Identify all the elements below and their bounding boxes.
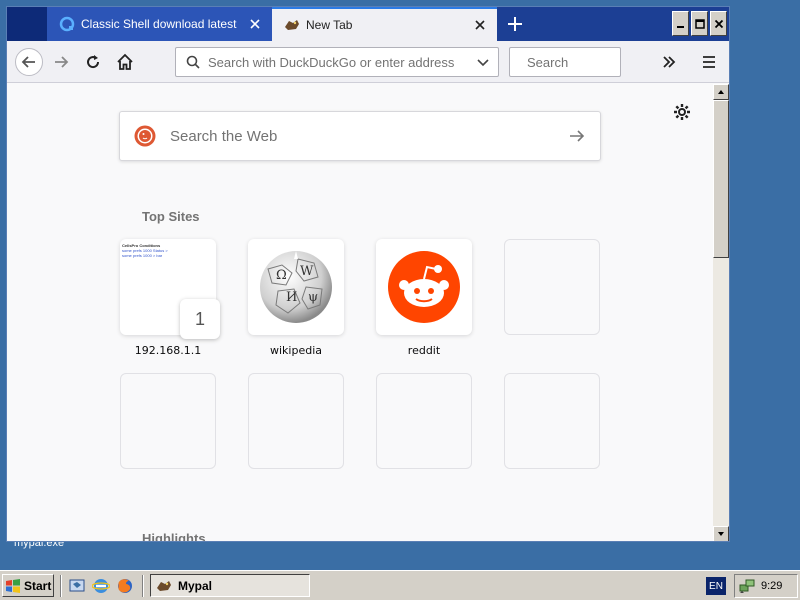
mypal-favicon-icon [285,20,299,30]
top-site-label[interactable]: 192.168.1.1 [108,344,228,357]
svg-text:И: И [286,290,297,305]
window-controls [672,11,727,36]
system-tray: 9:29 [734,574,798,598]
network-icon[interactable] [739,578,755,594]
home-icon [117,53,133,70]
windows-flag-icon [6,578,20,593]
search-icon [186,55,200,69]
search-bar[interactable] [509,47,703,77]
firefox-icon[interactable] [116,577,134,595]
clock: 9:29 [761,580,783,592]
top-site-label[interactable]: reddit [364,344,484,357]
vertical-scrollbar[interactable] [713,84,729,541]
top-sites-title: Top Sites [142,209,200,224]
web-search-input[interactable] [170,127,568,145]
highlights-title: Highlights [142,531,206,542]
taskbar: Start Mypal EN 9:29 [0,570,800,600]
minimize-button[interactable] [672,11,689,36]
taskbar-separator [60,575,62,597]
close-icon [714,19,723,28]
hamburger-icon [703,56,715,68]
taskbar-separator [142,575,144,597]
address-bar[interactable] [175,47,499,77]
web-search-box[interactable] [119,111,601,161]
taskbar-item-mypal[interactable]: Mypal [150,574,310,597]
arrow-left-icon [21,56,35,68]
tab-bar: Classic Shell download latest versi New … [7,7,729,41]
chevron-down-icon[interactable] [476,55,490,69]
scroll-up-button[interactable] [713,84,729,100]
empty-tile [504,373,600,469]
top-site-tile-wikipedia[interactable]: Ω W И ψ [248,239,344,335]
overflow-menu-button[interactable] [657,50,681,74]
reload-button[interactable] [81,50,105,74]
browser-window: Classic Shell download latest versi New … [6,6,730,542]
double-chevron-right-icon [663,56,676,68]
gear-icon[interactable] [673,103,691,121]
tab-classic-shell[interactable]: Classic Shell download latest versi [47,7,272,41]
empty-tile [504,239,600,335]
thumbnail-text: some prefs 1000 > bar [122,253,163,258]
show-desktop-icon[interactable] [68,577,86,595]
close-window-button[interactable] [710,11,727,36]
new-tab-button[interactable] [503,12,527,36]
triangle-up-icon [718,90,724,94]
reddit-alien-icon [388,251,460,323]
plus-icon [508,17,522,31]
top-site-tile-reddit[interactable] [376,239,472,335]
svg-text:ψ: ψ [308,290,318,305]
svg-text:Ω: Ω [276,268,287,283]
svg-text:W: W [300,264,314,279]
top-site-label[interactable]: wikipedia [236,344,356,357]
maximize-icon [694,18,705,29]
mypal-icon [157,580,171,591]
navigation-toolbar [7,41,729,83]
home-button[interactable] [113,50,137,74]
empty-tile [120,373,216,469]
forward-button[interactable] [49,50,73,74]
language-indicator[interactable]: EN [706,577,726,595]
main-menu-button[interactable] [697,50,721,74]
empty-tile [248,373,344,469]
tab-bar-spacer [7,7,47,41]
triangle-down-icon [718,532,724,536]
wikipedia-globe-icon: Ω W И ψ [260,251,332,323]
tab-new-tab[interactable]: New Tab [272,7,497,41]
duckduckgo-icon [134,125,156,147]
scroll-down-button[interactable] [713,526,729,541]
start-label: Start [24,578,52,593]
minimize-icon [676,25,684,28]
start-button[interactable]: Start [2,574,54,597]
close-tab-icon[interactable] [473,18,487,32]
maximize-button[interactable] [691,11,708,36]
close-tab-icon[interactable] [248,17,262,31]
arrow-right-icon [55,56,69,68]
task-label: Mypal [178,578,213,593]
empty-tile [376,373,472,469]
scrollbar-thumb[interactable] [713,100,729,258]
arrow-right-icon[interactable] [568,127,586,145]
tab-title: New Tab [306,18,353,32]
reload-icon [87,55,100,69]
classic-shell-favicon-icon [59,16,75,32]
internet-explorer-icon[interactable] [92,577,110,595]
top-site-tile-router[interactable]: CellsPro Conditions some prefs 1000 Stat… [120,239,220,339]
address-input[interactable] [208,54,476,70]
tile-badge: 1 [180,299,220,339]
site-thumbnail: CellsPro Conditions some prefs 1000 Stat… [122,243,168,258]
back-button[interactable] [15,48,43,76]
tab-title: Classic Shell download latest versi [81,17,238,31]
new-tab-page: Top Sites CellsPro Conditions some prefs… [7,84,713,542]
